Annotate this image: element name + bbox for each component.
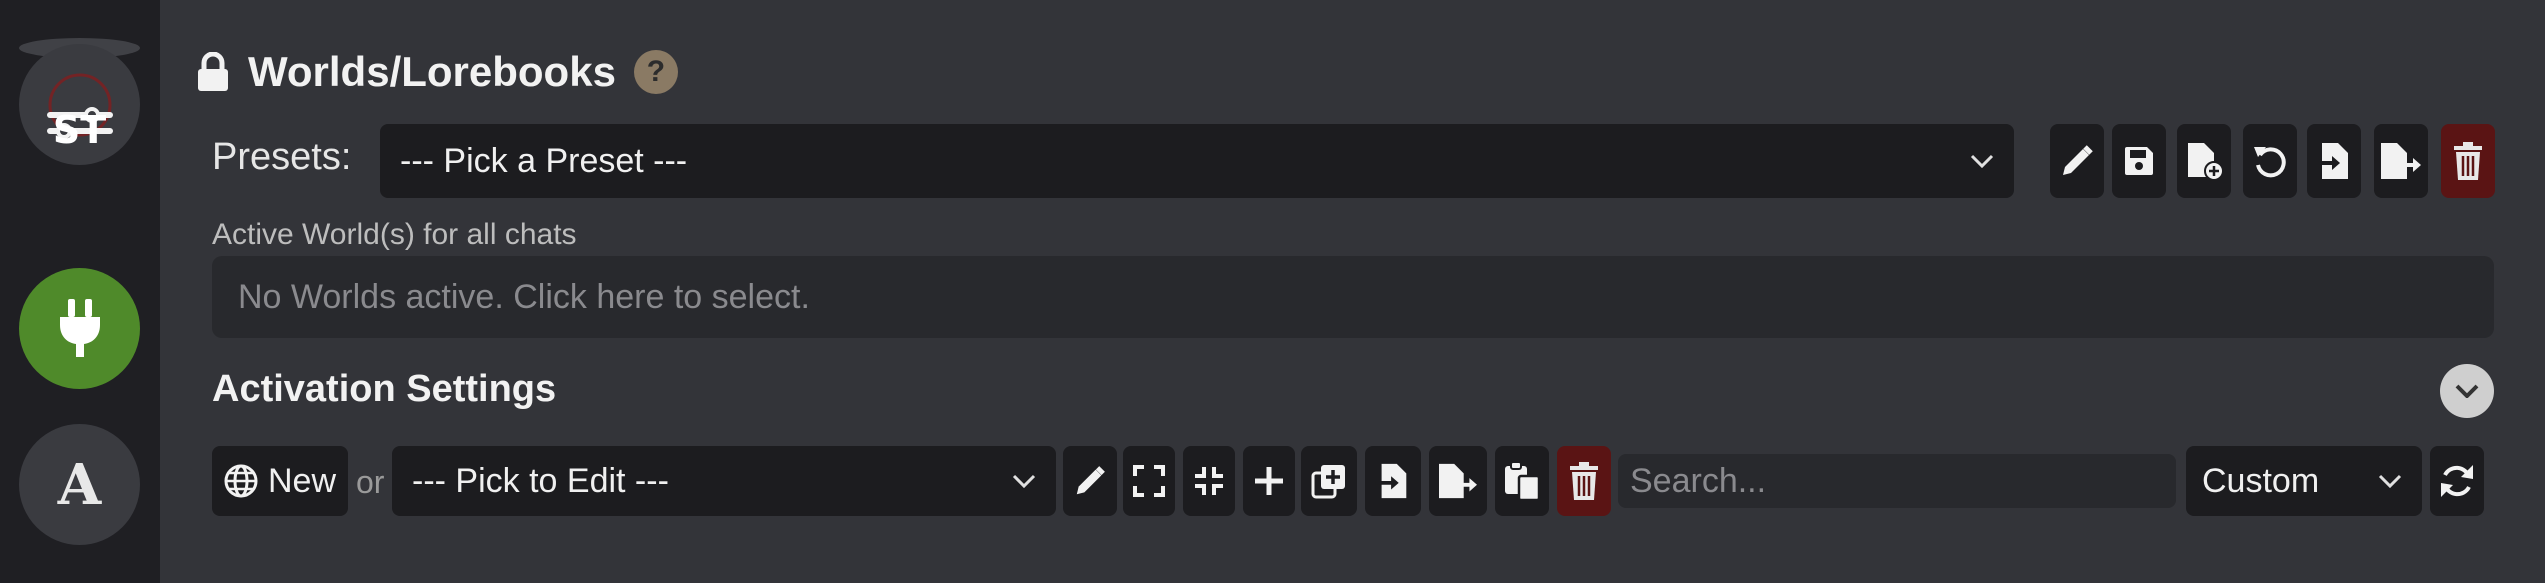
- active-worlds-label: Active World(s) for all chats: [212, 218, 577, 251]
- pencil-icon: [1076, 466, 1105, 495]
- preset-select[interactable]: --- Pick a Preset ---: [380, 124, 2014, 198]
- plug-icon: [59, 298, 100, 357]
- world-search-input[interactable]: Search...: [1618, 454, 2176, 508]
- save-preset-button[interactable]: [2112, 124, 2166, 198]
- plus-icon: [1255, 467, 1283, 495]
- or-label: or: [356, 464, 385, 500]
- chevron-down-icon: [2455, 384, 2479, 398]
- chevron-down-icon: [2378, 474, 2402, 488]
- chevron-down-icon: [1970, 154, 1994, 168]
- expand-icon: [1133, 465, 1165, 497]
- delete-world-button[interactable]: [1557, 446, 1611, 516]
- left-rail: ST A: [0, 0, 160, 583]
- panel-header: Worlds/Lorebooks ?: [196, 42, 678, 102]
- world-edit-select[interactable]: --- Pick to Edit ---: [392, 446, 1056, 516]
- paste-entries-button[interactable]: [1495, 446, 1549, 516]
- sort-select[interactable]: Custom: [2186, 446, 2422, 516]
- new-preset-button[interactable]: [2177, 124, 2231, 198]
- presets-label: Presets:: [212, 136, 352, 178]
- new-entry-button[interactable]: [1243, 446, 1295, 516]
- letter-a-icon: A: [57, 451, 102, 518]
- paste-icon: [1505, 462, 1541, 500]
- new-world-label: New: [267, 461, 337, 500]
- lock-icon[interactable]: [196, 52, 230, 92]
- refresh-icon: [2441, 465, 2473, 497]
- save-icon: [2125, 147, 2153, 175]
- restore-preset-button[interactable]: [2243, 124, 2297, 198]
- font-settings-button[interactable]: A: [19, 424, 140, 545]
- collapse-entries-button[interactable]: [1183, 446, 1235, 516]
- new-world-button[interactable]: New: [212, 446, 348, 516]
- expand-entries-button[interactable]: [1123, 446, 1175, 516]
- rename-preset-button[interactable]: [2050, 124, 2104, 198]
- help-icon[interactable]: ?: [633, 50, 678, 94]
- delete-preset-button[interactable]: [2441, 124, 2495, 198]
- preset-select-value: --- Pick a Preset ---: [400, 141, 688, 180]
- export-world-button[interactable]: [1429, 446, 1487, 516]
- extensions-button[interactable]: [19, 268, 140, 389]
- activation-settings-title[interactable]: Activation Settings: [212, 368, 556, 411]
- page-title: Worlds/Lorebooks: [248, 48, 616, 95]
- import-preset-button[interactable]: [2307, 124, 2361, 198]
- pencil-icon: [2063, 145, 2093, 175]
- undo-icon: [2254, 147, 2286, 178]
- new-file-icon: [2188, 143, 2224, 181]
- duplicate-world-button[interactable]: [1301, 446, 1357, 516]
- globe-icon: [224, 464, 258, 498]
- import-icon: [2316, 143, 2348, 179]
- logo-text: ST: [52, 108, 107, 152]
- import-icon: [1375, 463, 1407, 499]
- export-preset-button[interactable]: [2374, 124, 2428, 198]
- activation-settings-toggle[interactable]: [2440, 364, 2494, 418]
- rename-world-button[interactable]: [1063, 446, 1117, 516]
- chevron-down-icon: [1012, 474, 1036, 488]
- world-edit-select-value: --- Pick to Edit ---: [412, 461, 669, 500]
- duplicate-icon: [1311, 465, 1345, 499]
- compress-icon: [1195, 467, 1223, 495]
- sort-select-value: Custom: [2202, 461, 2320, 500]
- export-icon: [1439, 463, 1477, 499]
- export-icon: [2381, 143, 2421, 179]
- import-world-button[interactable]: [1365, 446, 1421, 516]
- trash-icon: [2454, 142, 2482, 180]
- active-worlds-select[interactable]: No Worlds active. Click here to select.: [212, 256, 2494, 338]
- trash-icon: [1570, 462, 1598, 500]
- refresh-button[interactable]: [2430, 446, 2484, 516]
